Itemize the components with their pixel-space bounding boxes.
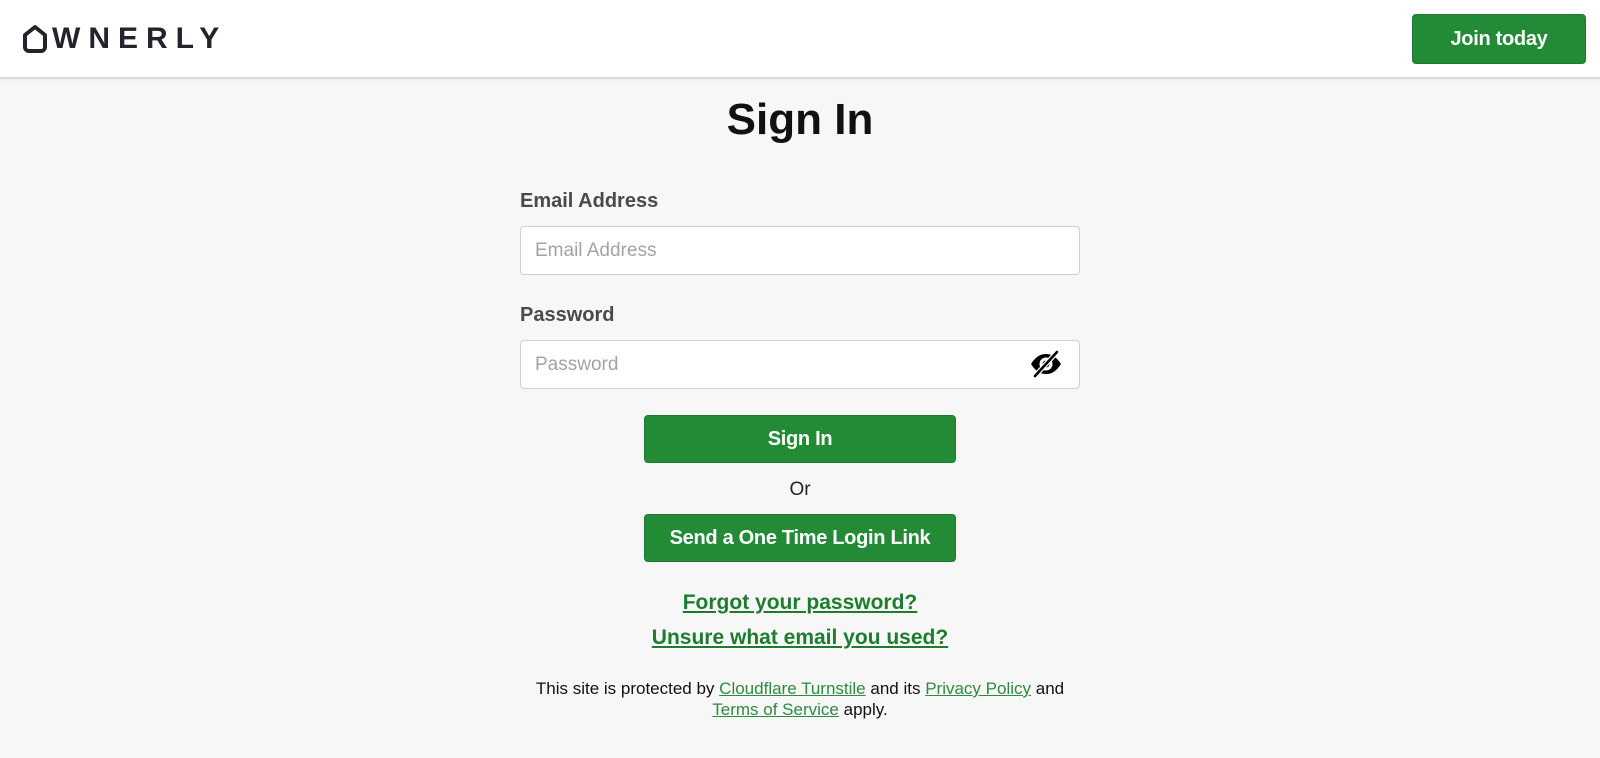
top-navigation-bar: WNERLY Join today	[0, 0, 1600, 79]
email-input[interactable]	[521, 227, 1079, 274]
terms-of-service-link[interactable]: Terms of Service	[712, 700, 839, 719]
turnstile-notice: This site is protected by Cloudflare Tur…	[500, 678, 1100, 720]
password-input[interactable]	[521, 341, 1079, 388]
or-separator: Or	[789, 479, 811, 500]
notice-and: and	[1035, 679, 1065, 698]
email-label: Email Address	[520, 190, 659, 212]
page-title: Sign In	[726, 95, 874, 144]
forgot-password-link[interactable]: Forgot your password?	[683, 591, 918, 614]
email-field-container	[520, 226, 1080, 275]
password-field-container	[520, 340, 1080, 389]
ownerly-logo[interactable]: WNERLY	[22, 23, 227, 55]
sign-in-button[interactable]: Sign In	[644, 415, 956, 463]
password-label: Password	[520, 304, 615, 326]
unsure-email-link[interactable]: Unsure what email you used?	[652, 626, 948, 649]
cloudflare-turnstile-link[interactable]: Cloudflare Turnstile	[719, 679, 865, 698]
join-today-button[interactable]: Join today	[1412, 14, 1586, 64]
send-one-time-login-link-button[interactable]: Send a One Time Login Link	[644, 514, 956, 562]
notice-middle: and its	[870, 679, 921, 698]
notice-prefix: This site is protected by	[535, 679, 715, 698]
show-password-toggle[interactable]	[1029, 348, 1063, 380]
logo-wordmark: WNERLY	[52, 22, 228, 55]
forgot-password-link-row: Forgot your password?	[0, 590, 1600, 616]
privacy-policy-link[interactable]: Privacy Policy	[925, 679, 1031, 698]
sign-in-form: Email Address Password	[520, 186, 1080, 389]
notice-suffix: apply.	[843, 700, 888, 719]
house-o-logo-icon	[23, 25, 47, 53]
unsure-email-link-row: Unsure what email you used?	[0, 625, 1600, 651]
eye-slash-icon	[1031, 350, 1061, 378]
